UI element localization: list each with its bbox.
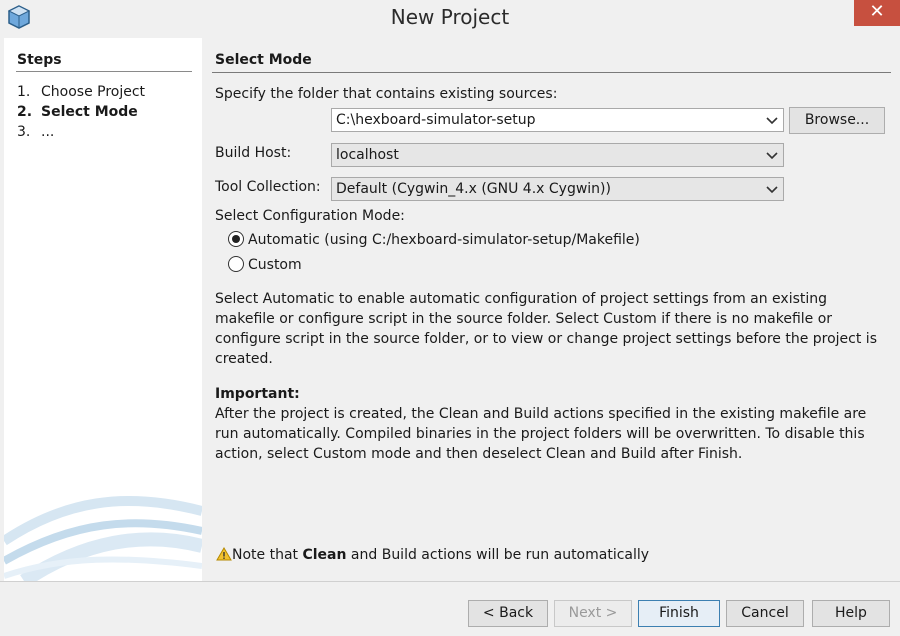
step-number: 1. — [17, 84, 31, 100]
radio-automatic-label: Automatic (using C:/hexboard-simulator-s… — [248, 232, 640, 248]
step-item: 1. Choose Project — [17, 84, 145, 104]
chevron-down-icon — [766, 186, 778, 194]
config-mode-label: Select Configuration Mode: — [215, 208, 405, 224]
note-line: Note that Clean and Build actions will b… — [216, 547, 649, 563]
cancel-button[interactable]: Cancel — [726, 600, 804, 627]
back-button[interactable]: < Back — [468, 600, 548, 627]
warning-icon — [216, 547, 232, 561]
steps-divider — [16, 71, 192, 72]
build-host-label: Build Host: — [215, 145, 292, 161]
important-text: After the project is created, the Clean … — [215, 406, 867, 462]
step-item: 3.... — [17, 124, 145, 144]
radio-button[interactable] — [228, 256, 244, 272]
step-item-current: 2. Select Mode — [17, 104, 145, 124]
step-label: Choose Project — [41, 84, 146, 100]
folder-combobox[interactable]: C:\hexboard-simulator-setup — [331, 108, 784, 132]
radio-custom[interactable]: Custom — [228, 256, 302, 278]
build-host-select[interactable]: localhost — [331, 143, 784, 167]
browse-button[interactable]: Browse... — [789, 107, 885, 134]
folder-value: C:\hexboard-simulator-setup — [336, 112, 536, 128]
radio-custom-label: Custom — [248, 257, 302, 273]
tool-collection-select[interactable]: Default (Cygwin_4.x (GNU 4.x Cygwin)) — [331, 177, 784, 201]
chevron-down-icon — [766, 117, 778, 125]
close-icon: ✕ — [869, 1, 885, 22]
footer-divider — [0, 581, 900, 582]
tool-collection-value: Default (Cygwin_4.x (GNU 4.x Cygwin)) — [336, 181, 611, 197]
tool-collection-label: Tool Collection: — [215, 179, 321, 195]
step-number: 3. — [17, 124, 31, 140]
decorative-swoosh — [4, 496, 202, 581]
build-host-value: localhost — [336, 147, 399, 163]
radio-automatic[interactable]: Automatic (using C:/hexboard-simulator-s… — [228, 231, 640, 253]
steps-list: 1. Choose Project 2. Select Mode 3.... — [17, 84, 145, 144]
step-label: Select Mode — [41, 104, 138, 120]
step-number: 2. — [17, 104, 33, 120]
window-title: New Project — [390, 5, 510, 29]
steps-panel: Steps 1. Choose Project 2. Select Mode 3..… — [4, 38, 202, 581]
folder-label: Specify the folder that contains existin… — [215, 86, 558, 102]
radio-button-checked[interactable] — [228, 231, 244, 247]
step-label: ... — [41, 124, 55, 140]
heading-divider — [212, 72, 891, 73]
important-title: Important: — [215, 386, 300, 402]
note-prefix: Note that — [232, 547, 303, 563]
close-button[interactable]: ✕ — [854, 0, 900, 26]
chevron-down-icon — [766, 152, 778, 160]
finish-button[interactable]: Finish — [638, 600, 720, 627]
title-bar: New Project ✕ — [0, 0, 900, 38]
steps-title: Steps — [17, 52, 62, 68]
note-suffix: and Build actions will be run automatica… — [346, 547, 650, 563]
mode-description: Select Automatic to enable automatic con… — [215, 291, 877, 367]
help-button[interactable]: Help — [812, 600, 890, 627]
page-heading: Select Mode — [215, 52, 312, 68]
note-bold: Clean — [302, 547, 347, 563]
next-button[interactable]: Next > — [554, 600, 632, 627]
